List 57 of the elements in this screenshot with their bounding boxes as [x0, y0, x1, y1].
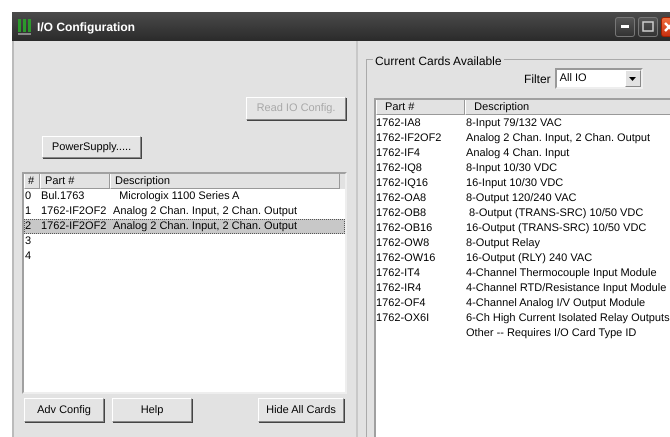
table-cell-text: 1762-OA8: [376, 191, 428, 205]
table-cell-text: 4: [24, 249, 32, 264]
table-cell: Analog 2 Chan. Input, 2 Chan. Output: [113, 219, 298, 234]
table-cell: 8-Output Relay: [466, 236, 540, 250]
table-cell: 4-Channel Analog I/V Output Module: [466, 296, 646, 310]
table-cell-text: 1762-OF4: [376, 296, 427, 310]
table-cell-text: 1762-OX6I: [376, 311, 430, 325]
table-cell-text: 1762-OB8: [376, 206, 428, 220]
table-cell: Analog 2 Chan. Input, 2 Chan. Output: [113, 204, 298, 219]
table-cell-text: 1762-IF2OF2: [40, 219, 108, 234]
table-cell: 4-Channel Thermocouple Input Module: [466, 266, 657, 280]
table-cell-text: 1762-IQ16: [376, 176, 429, 190]
table-cell-text: 8-Output (TRANS-SRC) 10/50 VDC: [468, 206, 644, 220]
table-cell-text: 1762-IF2OF2: [40, 204, 108, 219]
table-cell: 16-Output (TRANS-SRC) 10/50 VDC: [466, 221, 646, 235]
table-cell-text: 1762-IF4: [376, 146, 422, 160]
table-cell: 16-Input 10/30 VDC: [466, 176, 564, 190]
table-row[interactable]: 1 1762-IF2OF2 Analog 2 Chan. Input, 2 Chan. Output: [24, 204, 345, 219]
table-cell: 16-Output (RLY) 240 VAC: [466, 251, 592, 265]
table-cell: Analog 2 Chan. Input, 2 Chan. Output: [466, 131, 650, 145]
table-cell-text: 1762-IF2OF2: [376, 131, 442, 145]
column-header[interactable]: Part #: [40, 174, 110, 189]
table-cell-text: 1762-OW8: [376, 236, 430, 250]
table-cell: 4-Channel RTD/Resistance Input Module: [466, 281, 666, 295]
table-cell: 6-Ch High Current Isolated Relay Outputs: [466, 311, 670, 325]
dialog-button[interactable]: Help: [112, 398, 192, 422]
table-row[interactable]: 4: [24, 249, 345, 264]
table-cell-text: 1762-OW16: [376, 251, 436, 265]
power-supply-button[interactable]: PowerSupply.....: [42, 136, 141, 158]
table-cell: Analog 4 Chan. Input: [466, 146, 570, 160]
table-cell-text: Micrologix 1100 Series A: [118, 189, 240, 204]
table-row[interactable]: 3: [24, 234, 345, 249]
table-row[interactable]: 2 1762-IF2OF2 Analog 2 Chan. Input, 2 Chan. Output: [24, 219, 345, 234]
table-cell-text: 1762-OB16: [376, 221, 434, 235]
filter-dropdown[interactable]: All IO: [554, 68, 643, 89]
table-row[interactable]: 0 Bul.1763 Micrologix 1100 Series A: [24, 189, 345, 204]
column-header[interactable]: Description: [465, 100, 670, 115]
table-cell-text: 1762-IA8: [376, 116, 422, 130]
table-cell-text: 0: [24, 189, 32, 204]
window-title: I/O Configuration: [37, 18, 135, 36]
table-cell-text: 1762-IQ8: [376, 161, 423, 175]
filter-label: Filter: [524, 70, 551, 88]
table-cell-text: 3: [24, 234, 32, 249]
table-cell: Other -- Requires I/O Card Type ID: [466, 326, 636, 340]
table-cell-text: 1762-IT4: [376, 266, 422, 280]
table-cell: 8-Output 120/240 VAC: [466, 191, 576, 205]
column-header[interactable]: Part #: [376, 100, 466, 115]
dialog-button[interactable]: Adv Config: [24, 398, 104, 422]
table-cell: 8-Input 79/132 VAC: [466, 116, 562, 130]
table-cell-text: 2: [24, 219, 32, 234]
table-cell-text: Bul.1763: [40, 189, 86, 204]
table-cell: 8-Input 10/30 VDC: [466, 161, 558, 175]
dialog-button[interactable]: Hide All Cards: [258, 398, 344, 422]
table-cell-text: 1762-IR4: [376, 281, 422, 295]
column-header[interactable]: #: [24, 174, 40, 189]
table-cell-text: 1: [24, 204, 32, 219]
column-header[interactable]: Description: [110, 174, 340, 189]
